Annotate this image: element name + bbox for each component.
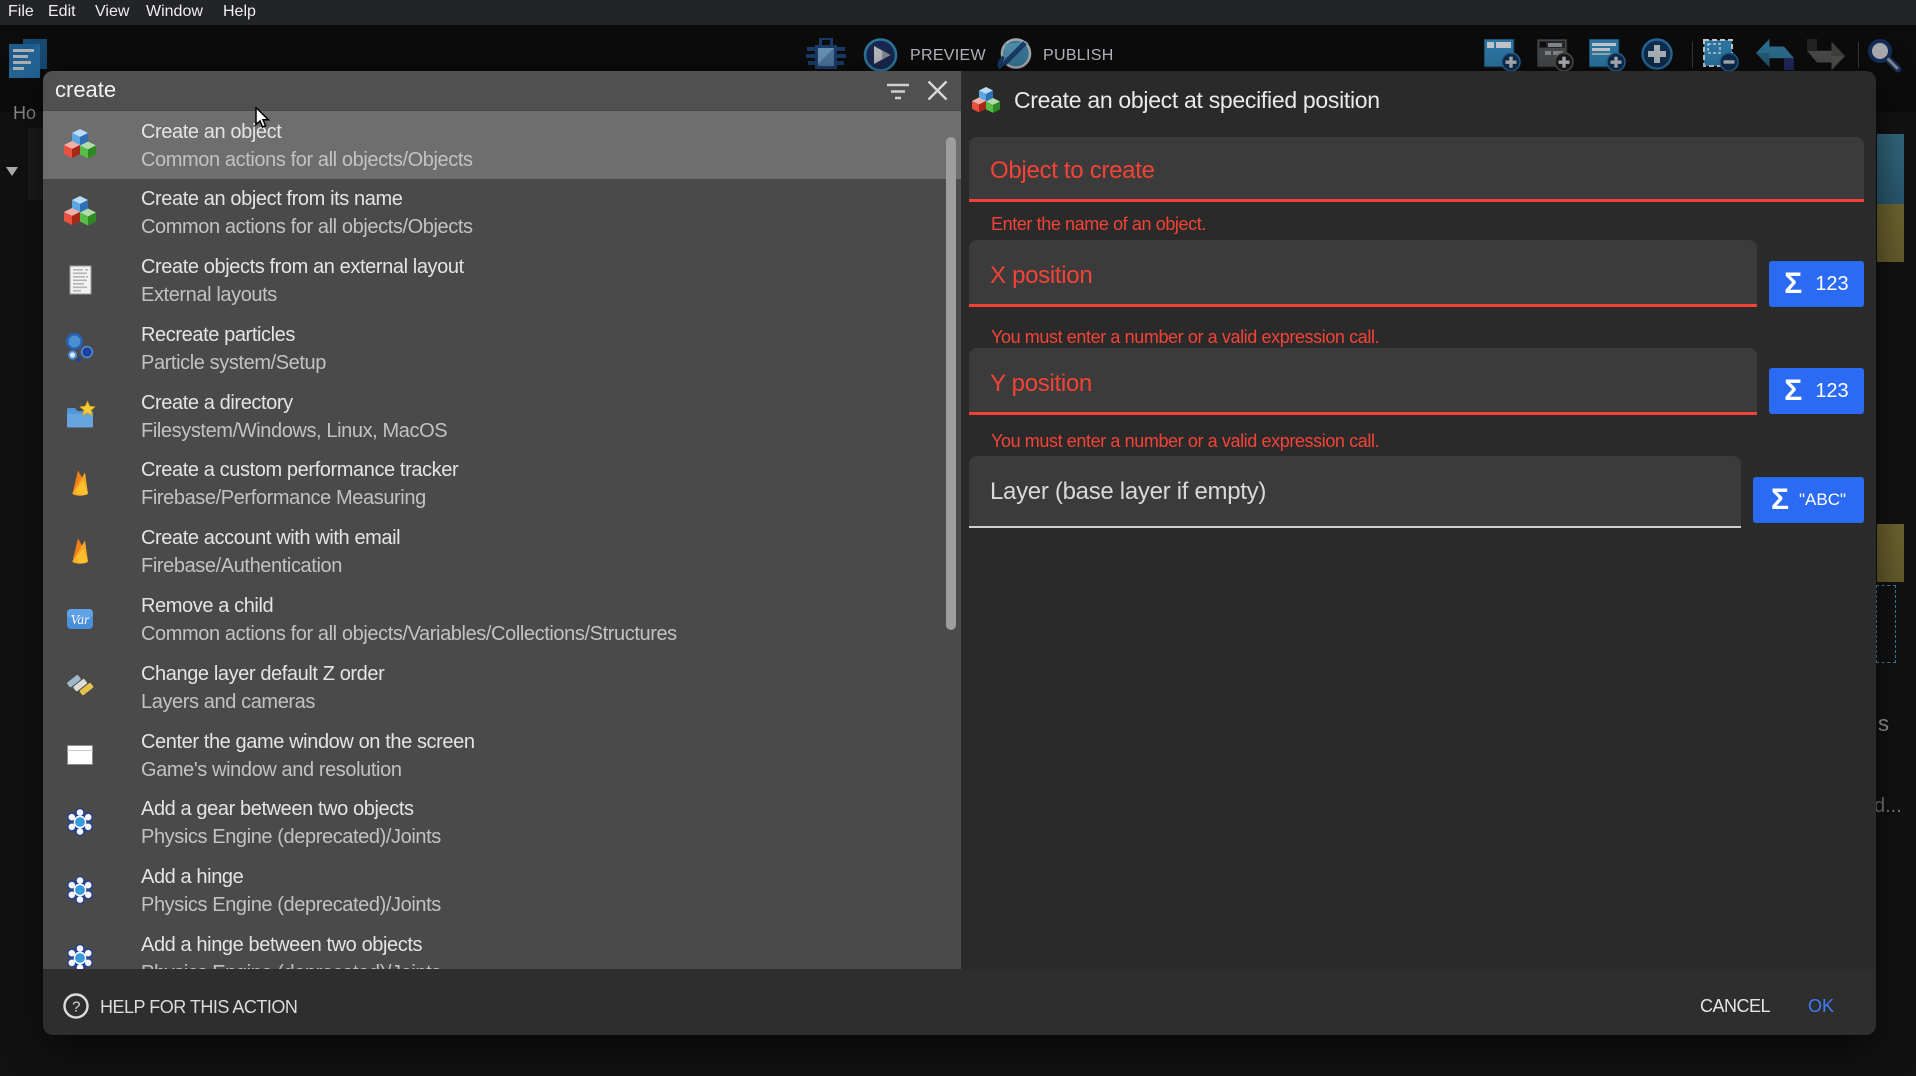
svg-text:Var: Var [71, 612, 91, 627]
svg-text:?: ? [72, 999, 80, 1016]
